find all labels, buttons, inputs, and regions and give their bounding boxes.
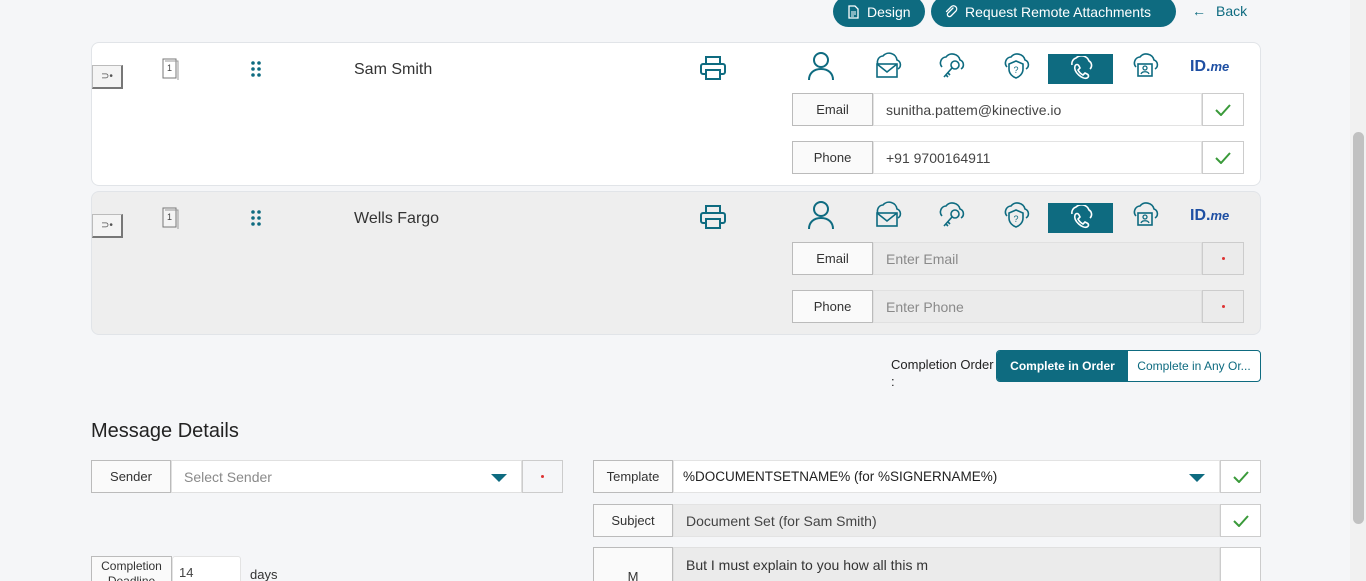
cloud-key-icon[interactable] [935,200,967,230]
request-remote-attachments-button[interactable]: Request Remote Attachments [931,0,1176,27]
caret-down-icon [1189,474,1205,482]
email-field[interactable]: Enter Email [873,242,1202,275]
check-icon [1220,504,1261,537]
required-indicator [522,460,563,493]
complete-any-order-option[interactable]: Complete in Any Or... [1128,351,1260,381]
cloud-shield-icon[interactable]: ? [1000,200,1032,230]
email-label: Email [792,242,873,275]
arrow-left-icon: ← [1192,3,1206,19]
required-indicator [1202,242,1244,275]
required-indicator [1202,290,1244,323]
enter-icon[interactable]: ⊃• [92,65,123,89]
cloud-key-icon[interactable] [935,51,967,81]
deadline-input[interactable]: 14 [172,556,241,581]
printer-icon[interactable] [699,204,727,230]
check-icon [1220,460,1261,493]
completion-order-label: Completion Order : [891,357,994,389]
sender-row: Sender Select Sender [91,460,563,493]
sender-label: Sender [91,460,171,493]
cloud-mail-icon[interactable] [871,200,903,230]
back-label: Back [1216,3,1248,19]
sender-select[interactable]: Select Sender [171,460,522,493]
phone-field[interactable]: +91 9700164911 [873,141,1202,174]
drag-handle-icon[interactable] [249,209,263,227]
phone-row: Phone Enter Phone [792,290,1244,323]
svg-text:?: ? [1014,214,1019,224]
paperclip-icon [945,4,958,17]
top-toolbar: Design Request Remote Attachments ← Back [0,0,1366,28]
message-label: M [593,547,673,581]
enter-icon[interactable]: ⊃• [92,214,123,238]
scrollbar-thumb[interactable] [1353,132,1364,524]
template-select[interactable]: %DOCUMENTSETNAME% (for %SIGNERNAME%) [673,460,1220,493]
phone-field[interactable]: Enter Phone [873,290,1202,323]
template-row: Template %DOCUMENTSETNAME% (for %SIGNERN… [593,460,1261,493]
email-field[interactable]: sunitha.pattem@kinective.io [873,93,1202,126]
cloud-mail-icon[interactable] [871,51,903,81]
page-icon: 1 [162,58,179,80]
design-button[interactable]: Design [833,0,925,27]
email-row: Email sunitha.pattem@kinective.io [792,93,1244,126]
subject-row: Subject Document Set (for Sam Smith) [593,504,1261,537]
email-row: Email Enter Email [792,242,1244,275]
subject-label: Subject [593,504,673,537]
message-textarea[interactable]: But I must explain to you how all this m [673,547,1220,581]
svg-text:1: 1 [167,63,172,73]
recipient-card: ⊃• 1 Sam Smith ? ID.me Email sunitha.pat… [91,42,1261,186]
cloud-shield-icon[interactable]: ? [1000,51,1032,81]
template-label: Template [593,460,673,493]
design-label: Design [867,3,911,20]
svg-text:?: ? [1014,65,1019,75]
vertical-scrollbar[interactable] [1350,0,1366,581]
recipient-card: ⊃• 1 Wells Fargo ? ID.me Email Enter Ema… [91,191,1261,335]
cloud-id-icon[interactable] [1129,200,1161,230]
phone-label: Phone [792,141,873,174]
request-label: Request Remote Attachments [965,3,1151,20]
completion-deadline-label: Completion Deadline [91,556,172,581]
drag-handle-icon[interactable] [249,60,263,78]
back-link[interactable]: ← Back [1192,3,1247,19]
phone-label: Phone [792,290,873,323]
caret-down-icon [491,474,507,482]
phone-icon[interactable] [1048,203,1113,233]
check-icon [1202,93,1244,126]
idme-logo[interactable]: ID.me [1190,207,1229,225]
idme-logo[interactable]: ID.me [1190,58,1229,76]
printer-icon[interactable] [699,55,727,81]
phone-row: Phone +91 9700164911 [792,141,1244,174]
signer-name: Sam Smith [354,61,433,78]
person-icon[interactable] [805,51,837,81]
person-icon[interactable] [805,200,837,230]
complete-in-order-option[interactable]: Complete in Order [997,351,1128,381]
message-details-title: Message Details [91,420,239,442]
message-status [1220,547,1261,581]
check-icon [1202,141,1244,174]
phone-icon[interactable] [1048,54,1113,84]
document-icon [848,4,859,19]
cloud-id-icon[interactable] [1129,51,1161,81]
signer-name: Wells Fargo [354,210,440,227]
days-label: days [250,567,278,581]
subject-field[interactable]: Document Set (for Sam Smith) [673,504,1220,537]
svg-text:1: 1 [167,212,172,222]
completion-order-toggle: Complete in Order Complete in Any Or... [996,350,1261,382]
page-icon: 1 [162,207,179,229]
email-label: Email [792,93,873,126]
